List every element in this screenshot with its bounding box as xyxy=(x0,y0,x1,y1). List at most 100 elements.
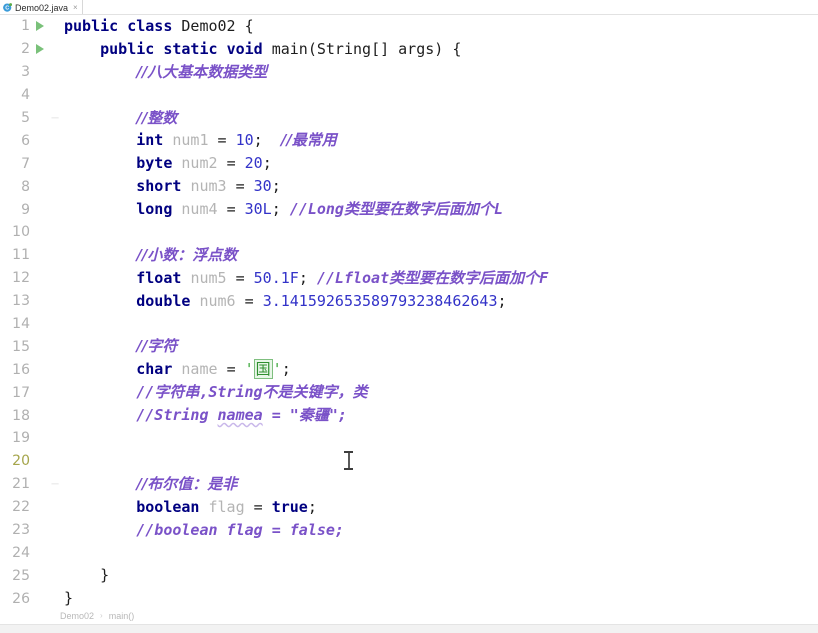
token-identifier: num5 xyxy=(190,268,227,287)
code-line[interactable]: 7 byte num2 = 20; xyxy=(0,152,818,175)
line-number: 14 xyxy=(12,316,30,333)
token-brace: { xyxy=(244,17,254,35)
code-line[interactable]: 8 short num3 = 30; xyxy=(0,175,818,198)
token-operator: = xyxy=(217,131,236,150)
code-line[interactable]: 11 //小数：浮点数 xyxy=(0,244,818,267)
code-line[interactable]: 19 xyxy=(0,427,818,450)
token-number: 10 xyxy=(235,131,254,150)
token-comment: L xyxy=(493,200,504,219)
line-number: 22 xyxy=(12,499,30,516)
code-line[interactable]: 26 } xyxy=(0,587,818,607)
code-line[interactable]: 2 public static void main(String[] args)… xyxy=(0,38,818,61)
token-number: 30 xyxy=(253,177,272,196)
code-line[interactable]: 15 //字符 xyxy=(0,335,818,358)
line-number-current: 20 xyxy=(12,453,30,470)
code-line[interactable]: 10 xyxy=(0,221,818,244)
code-line[interactable]: 6 int num1 = 10; //最常用 xyxy=(0,129,818,152)
token-keyword: void xyxy=(226,39,263,58)
breadcrumb-class[interactable]: Demo02 xyxy=(60,611,94,621)
token-keyword: int xyxy=(136,131,164,150)
code-text: //八大基本数据类型 xyxy=(62,61,818,84)
editor-tab-demo02[interactable]: C Demo02.java × xyxy=(0,0,83,15)
code-line[interactable]: 14 xyxy=(0,313,818,336)
line-number: 23 xyxy=(12,522,30,539)
run-gutter-icon[interactable] xyxy=(32,21,48,32)
code-line[interactable]: 21 ─ //布尔值：是非 xyxy=(0,473,818,496)
token-method-name: main xyxy=(271,39,308,58)
code-line[interactable]: 16 char name = ' 国 '; xyxy=(0,358,818,381)
fold-marker[interactable]: ─ xyxy=(48,113,62,124)
token-semicolon: ; xyxy=(497,291,507,310)
code-line-current[interactable]: 20 xyxy=(0,450,818,473)
code-editor[interactable]: 1 public class Demo02 { 2 public static … xyxy=(0,15,818,607)
line-number: 10 xyxy=(12,224,30,241)
breadcrumb[interactable]: Demo02 › main() xyxy=(0,607,818,624)
token-quote: ' xyxy=(272,360,282,379)
token-comment: //String xyxy=(136,406,218,425)
token-comment: //最常用 xyxy=(280,131,337,150)
line-number: 24 xyxy=(12,544,30,561)
token-semicolon: ; xyxy=(307,497,317,516)
line-number: 9 xyxy=(21,201,30,218)
token-brackets: [] xyxy=(371,39,399,58)
token-comment: ,String xyxy=(199,383,263,402)
code-text: float num5 = 50.1F; //Lfloat类型要在数字后面加个F xyxy=(62,267,818,290)
token-comment: //布尔值：是非 xyxy=(136,474,238,493)
code-line[interactable]: 3 //八大基本数据类型 xyxy=(0,61,818,84)
code-line[interactable]: 18 //String namea = "秦疆"; xyxy=(0,404,818,427)
token-semicolon: ; xyxy=(271,200,281,219)
breadcrumb-method[interactable]: main() xyxy=(109,611,135,621)
token-comment: 不是关键字，类 xyxy=(262,383,368,402)
run-gutter-icon[interactable] xyxy=(32,44,48,55)
line-number: 12 xyxy=(12,270,30,287)
code-line[interactable]: 23 //boolean flag = false; xyxy=(0,519,818,542)
token-comment: "; xyxy=(328,406,347,425)
code-text: char name = ' 国 '; xyxy=(62,358,818,381)
token-class-name: Demo02 xyxy=(181,17,236,35)
code-text: int num1 = 10; //最常用 xyxy=(62,129,818,152)
token-keyword: public xyxy=(100,39,155,58)
token-paren: ( xyxy=(307,39,317,58)
code-line[interactable]: 25 } xyxy=(0,564,818,587)
token-number: 50.1F xyxy=(253,268,299,287)
token-identifier: num2 xyxy=(181,154,218,173)
code-text: //字符 xyxy=(62,335,818,358)
java-class-icon: C xyxy=(3,3,12,12)
token-number: 20 xyxy=(244,154,263,173)
code-line[interactable]: 5 ─ //整数 xyxy=(0,107,818,130)
line-number: 1 xyxy=(21,18,30,35)
token-identifier: num3 xyxy=(190,177,227,196)
token-comment: 类型要在数字后面加个 xyxy=(343,200,494,219)
code-line[interactable]: 9 long num4 = 30L; //Long类型要在数字后面加个L xyxy=(0,198,818,221)
token-keyword: float xyxy=(136,268,182,287)
token-comment: //Lfloat xyxy=(316,268,390,287)
line-number: 16 xyxy=(12,361,30,378)
token-identifier: num4 xyxy=(181,200,218,219)
line-number: 5 xyxy=(21,110,30,126)
line-number: 13 xyxy=(12,293,30,310)
token-comment: 字符串 xyxy=(154,383,200,402)
editor-tab-label: Demo02.java xyxy=(15,2,69,13)
code-line[interactable]: 17 //字符串,String不是关键字，类 xyxy=(0,381,818,404)
token-keyword: char xyxy=(136,360,173,379)
token-comment: //整数 xyxy=(136,108,178,127)
code-text: boolean flag = true; xyxy=(62,496,818,519)
code-line[interactable]: 22 boolean flag = true; xyxy=(0,496,818,519)
code-line[interactable]: 1 public class Demo02 { xyxy=(0,15,818,38)
ide-window: C Demo02.java × 1 public class Demo02 { … xyxy=(0,0,818,633)
token-brace: } xyxy=(100,566,110,585)
code-line[interactable]: 4 xyxy=(0,84,818,107)
fold-marker[interactable]: ─ xyxy=(48,479,62,490)
chevron-right-icon: › xyxy=(100,611,103,620)
code-line[interactable]: 12 float num5 = 50.1F; //Lfloat类型要在数字后面加… xyxy=(0,267,818,290)
token-number: 30L xyxy=(244,200,272,219)
token-comment: //boolean flag = false; xyxy=(136,520,344,539)
close-icon[interactable]: × xyxy=(71,3,78,12)
token-brace: { xyxy=(452,39,462,58)
token-keyword: static xyxy=(163,39,218,58)
code-line[interactable]: 13 double num6 = 3.141592653589793238462… xyxy=(0,290,818,313)
code-text: //字符串,String不是关键字，类 xyxy=(62,381,818,404)
token-keyword: double xyxy=(136,291,191,310)
code-line[interactable]: 24 xyxy=(0,541,818,564)
token-number: 3.141592653589793238462643 xyxy=(262,291,498,310)
